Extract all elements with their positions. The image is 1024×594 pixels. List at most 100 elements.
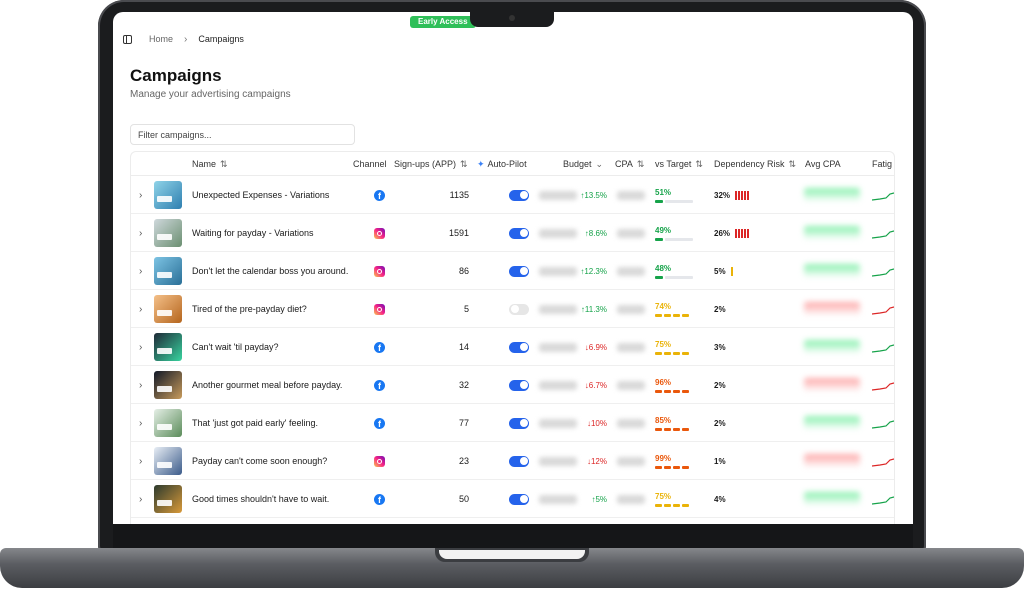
dependency-risk: 4% bbox=[714, 494, 726, 504]
campaign-name[interactable]: Unexpected Expenses - Variations bbox=[192, 176, 329, 214]
campaign-name[interactable]: Tired of the pre-payday diet? bbox=[192, 290, 307, 328]
campaign-name[interactable]: That 'just got paid early' feeling. bbox=[192, 404, 318, 442]
chevron-right-icon[interactable]: › bbox=[139, 380, 142, 391]
signups-value: 1591 bbox=[448, 228, 469, 238]
expand-row-button[interactable]: › bbox=[139, 252, 142, 290]
expand-row-button[interactable]: › bbox=[139, 442, 142, 480]
fatigue-sparkline bbox=[872, 328, 894, 366]
table-row[interactable]: › Good times shouldn't have to wait. f 5… bbox=[131, 480, 894, 518]
expand-row-button[interactable]: › bbox=[139, 290, 142, 328]
vs-target: 48% bbox=[655, 252, 693, 290]
campaign-thumbnail bbox=[154, 214, 182, 252]
avg-cpa-trend-blurred bbox=[804, 480, 860, 518]
expand-row-button[interactable]: › bbox=[139, 404, 142, 442]
cpa-value-blurred bbox=[617, 404, 645, 442]
expand-row-button[interactable]: › bbox=[139, 480, 142, 518]
autopilot-toggle[interactable] bbox=[509, 366, 529, 404]
campaign-name[interactable]: Don't let the calendar boss you around. bbox=[192, 252, 348, 290]
autopilot-toggle[interactable] bbox=[509, 290, 529, 328]
chevron-right-icon[interactable]: › bbox=[139, 418, 142, 429]
column-header-fatigue: Fatig bbox=[872, 159, 893, 169]
chevron-right-icon: › bbox=[184, 33, 188, 45]
chevron-right-icon[interactable]: › bbox=[139, 228, 142, 239]
campaign-thumbnail bbox=[154, 442, 182, 480]
table-row[interactable]: › That 'just got paid early' feeling. f … bbox=[131, 404, 894, 442]
fatigue-sparkline bbox=[872, 480, 894, 518]
autopilot-toggle[interactable] bbox=[509, 214, 529, 252]
table-row[interactable]: › Payday can't come soon enough? 23 ↓12%… bbox=[131, 442, 894, 480]
dependency-risk: 2% bbox=[714, 304, 726, 314]
sort-icon[interactable]: ⇅ bbox=[637, 159, 645, 169]
expand-row-button[interactable]: › bbox=[139, 328, 142, 366]
instagram-icon bbox=[374, 290, 385, 328]
budget-delta: ↓10% bbox=[586, 418, 607, 428]
campaign-name[interactable]: Can't wait 'til payday? bbox=[192, 328, 278, 366]
fatigue-sparkline bbox=[872, 404, 894, 442]
chevron-right-icon[interactable]: › bbox=[139, 494, 142, 505]
campaign-name[interactable]: Payday can't come soon enough? bbox=[192, 442, 327, 480]
dependency-risk: 32% bbox=[714, 176, 750, 214]
signups-value: 32 bbox=[458, 380, 469, 390]
chevron-right-icon[interactable]: › bbox=[139, 456, 142, 467]
chevron-down-icon[interactable]: ⌄ bbox=[596, 159, 604, 169]
chevron-right-icon[interactable]: › bbox=[139, 190, 142, 201]
expand-row-button[interactable]: › bbox=[139, 214, 142, 252]
column-header-autopilot: ✦ Auto-Pilot bbox=[477, 159, 527, 169]
budget-value-blurred bbox=[539, 290, 577, 328]
table-row[interactable]: › Can't wait 'til payday? f 14 ↓6.9% 75%… bbox=[131, 328, 894, 366]
column-header-signups[interactable]: Sign-ups (APP) ⇅ bbox=[394, 152, 468, 176]
camera-notch bbox=[470, 10, 554, 27]
autopilot-toggle[interactable] bbox=[509, 442, 529, 480]
chevron-right-icon[interactable]: › bbox=[139, 342, 142, 353]
campaign-thumbnail bbox=[154, 328, 182, 366]
dependency-risk: 2% bbox=[714, 380, 726, 390]
cpa-value-blurred bbox=[617, 442, 645, 480]
campaign-name[interactable]: Good times shouldn't have to wait. bbox=[192, 480, 329, 518]
budget-delta: ↑12.3% bbox=[580, 266, 607, 276]
column-header-budget[interactable]: Budget ⌄ bbox=[563, 152, 603, 176]
table-row[interactable]: › Waiting for payday - Variations 1591 ↑… bbox=[131, 214, 894, 252]
autopilot-toggle[interactable] bbox=[509, 252, 529, 290]
table-row[interactable]: › Unexpected Expenses - Variations f 113… bbox=[131, 176, 894, 214]
autopilot-toggle[interactable] bbox=[509, 328, 529, 366]
sort-icon[interactable]: ⇅ bbox=[220, 159, 228, 169]
budget-delta: ↑13.5% bbox=[580, 190, 607, 200]
breadcrumb-home[interactable]: Home bbox=[149, 34, 173, 44]
cpa-value-blurred bbox=[617, 366, 645, 404]
budget-delta: ↑11.3% bbox=[580, 304, 607, 314]
chevron-right-icon[interactable]: › bbox=[139, 304, 142, 315]
expand-row-button[interactable]: › bbox=[139, 366, 142, 404]
sort-icon[interactable]: ⇅ bbox=[789, 159, 797, 169]
campaign-thumbnail bbox=[154, 404, 182, 442]
autopilot-toggle[interactable] bbox=[509, 176, 529, 214]
table-row[interactable]: › Don't let the calendar boss you around… bbox=[131, 252, 894, 290]
campaign-thumbnail bbox=[154, 176, 182, 214]
column-header-vs-target[interactable]: vs Target ⇅ bbox=[655, 152, 703, 176]
column-header-cpa[interactable]: CPA ⇅ bbox=[615, 152, 644, 176]
sort-icon[interactable]: ⇅ bbox=[695, 159, 703, 169]
column-header-channel: Channel bbox=[353, 159, 387, 169]
page-title: Campaigns bbox=[130, 66, 222, 85]
budget-delta: ↑5% bbox=[591, 494, 607, 504]
budget-delta: ↓12% bbox=[586, 456, 607, 466]
camera-icon bbox=[509, 15, 515, 21]
avg-cpa-trend-blurred bbox=[804, 176, 860, 214]
sidebar-toggle-icon[interactable] bbox=[123, 34, 132, 44]
budget-value-blurred bbox=[539, 366, 577, 404]
table-row[interactable]: › Another gourmet meal before payday. f … bbox=[131, 366, 894, 404]
expand-row-button[interactable]: › bbox=[139, 176, 142, 214]
campaign-name[interactable]: Another gourmet meal before payday. bbox=[192, 366, 342, 404]
campaign-name[interactable]: Waiting for payday - Variations bbox=[192, 214, 314, 252]
table-row[interactable]: › Tired of the pre-payday diet? 5 ↑11.3%… bbox=[131, 290, 894, 328]
column-header-name[interactable]: Name ⇅ bbox=[192, 152, 228, 176]
campaign-thumbnail bbox=[154, 252, 182, 290]
autopilot-toggle[interactable] bbox=[509, 480, 529, 518]
column-header-dependency-risk[interactable]: Dependency Risk ⇅ bbox=[714, 152, 796, 176]
signups-value: 5 bbox=[463, 304, 469, 314]
chevron-right-icon[interactable]: › bbox=[139, 266, 142, 277]
filter-campaigns-input[interactable] bbox=[130, 124, 355, 145]
avg-cpa-trend-blurred bbox=[804, 290, 860, 328]
avg-cpa-trend-blurred bbox=[804, 404, 860, 442]
sort-icon[interactable]: ⇅ bbox=[460, 159, 468, 169]
autopilot-toggle[interactable] bbox=[509, 404, 529, 442]
